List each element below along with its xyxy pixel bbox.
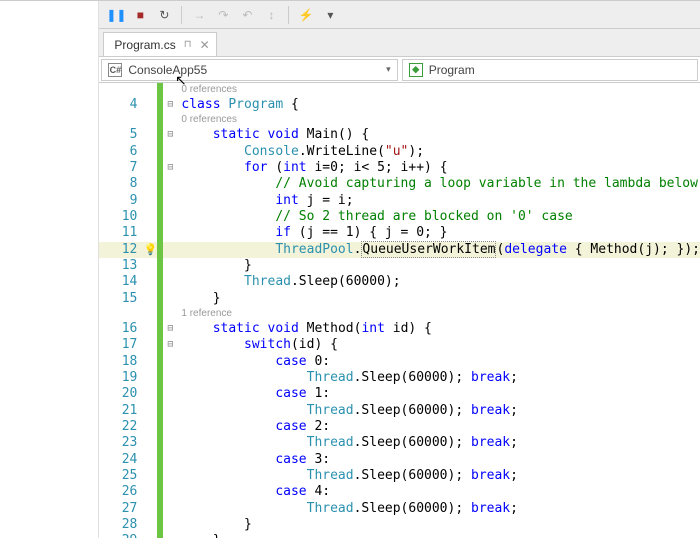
fold-toggle[interactable]: ⊟ xyxy=(163,127,177,143)
code-line[interactable]: 26 case 4: xyxy=(99,484,700,500)
code-line[interactable]: 15 } xyxy=(99,291,700,307)
code-editor[interactable]: 0 references4⊟class Program { 0 referenc… xyxy=(99,83,700,538)
pause-button[interactable]: ❚❚ xyxy=(105,4,127,26)
code-line[interactable]: 14 Thread.Sleep(60000); xyxy=(99,274,700,290)
codelens-reference[interactable]: 0 references xyxy=(99,83,700,97)
codelens-reference[interactable]: 1 reference xyxy=(99,307,700,321)
stop-button[interactable]: ■ xyxy=(129,4,151,26)
symbol-name: Program xyxy=(429,63,475,77)
code-line[interactable]: 19 Thread.Sleep(60000); break; xyxy=(99,370,700,386)
codelens-reference[interactable]: 0 references xyxy=(99,113,700,127)
fold-toggle[interactable]: ⊟ xyxy=(163,160,177,176)
toolbar-dropdown[interactable]: ▾ xyxy=(319,4,341,26)
navigation-bar: C# ConsoleApp55 ▾ ◆ Program ▾ xyxy=(99,57,700,83)
toolbar-separator xyxy=(181,6,182,24)
restart-button[interactable]: ↻ xyxy=(153,4,175,26)
show-next-button[interactable]: ↕ xyxy=(260,4,282,26)
code-line[interactable]: 7⊟ for (int i=0; i< 5; i++) { xyxy=(99,160,700,176)
code-line[interactable]: 6 Console.WriteLine("u"); xyxy=(99,144,700,160)
code-line[interactable]: 5⊟ static void Main() { xyxy=(99,127,700,143)
tab-bar: Program.cs ⊓ ✕ xyxy=(99,29,700,57)
left-panel xyxy=(0,1,99,538)
code-line[interactable]: 21 Thread.Sleep(60000); break; xyxy=(99,403,700,419)
code-line[interactable]: 4⊟class Program { xyxy=(99,97,700,113)
project-dropdown[interactable]: C# ConsoleApp55 ▾ xyxy=(101,59,397,81)
code-line[interactable]: 27 Thread.Sleep(60000); break; xyxy=(99,501,700,517)
code-line[interactable]: 12💡 ThreadPool.QueueUserWorkItem(delegat… xyxy=(99,242,700,258)
toolbar-separator xyxy=(288,6,289,24)
code-line[interactable]: 20 case 1: xyxy=(99,386,700,402)
code-container: 0 references4⊟class Program { 0 referenc… xyxy=(99,83,700,538)
code-line[interactable]: 23 Thread.Sleep(60000); break; xyxy=(99,435,700,451)
step-into-button[interactable]: → xyxy=(188,4,210,26)
csharp-icon: C# xyxy=(108,63,122,77)
code-line[interactable]: 11 if (j == 1) { j = 0; } xyxy=(99,225,700,241)
debug-toolbar: ❚❚ ■ ↻ → ↷ ↶ ↕ ⚡ ▾ xyxy=(99,1,700,29)
step-out-button[interactable]: ↶ xyxy=(236,4,258,26)
symbol-dropdown[interactable]: ◆ Program ▾ xyxy=(402,59,698,81)
code-line[interactable]: 22 case 2: xyxy=(99,419,700,435)
code-line[interactable]: 25 Thread.Sleep(60000); break; xyxy=(99,468,700,484)
code-line[interactable]: 10 // So 2 thread are blocked on '0' cas… xyxy=(99,209,700,225)
code-line[interactable]: 9 int j = i; xyxy=(99,193,700,209)
code-line[interactable]: 16⊟ static void Method(int id) { xyxy=(99,321,700,337)
class-icon: ◆ xyxy=(409,63,423,77)
code-line[interactable]: 13 } xyxy=(99,258,700,274)
close-icon[interactable]: ✕ xyxy=(200,38,210,52)
code-line[interactable]: 28 } xyxy=(99,517,700,533)
code-line[interactable]: 8 // Avoid capturing a loop variable in … xyxy=(99,176,700,192)
fold-toggle[interactable]: ⊟ xyxy=(163,337,177,353)
code-line[interactable]: 18 case 0: xyxy=(99,354,700,370)
intellitrace-button[interactable]: ⚡ xyxy=(295,4,317,26)
tab-filename: Program.cs xyxy=(114,38,175,52)
code-line[interactable]: 29 } xyxy=(99,533,700,538)
project-name: ConsoleApp55 xyxy=(128,63,207,77)
fold-toggle[interactable]: ⊟ xyxy=(163,321,177,337)
fold-toggle[interactable]: ⊟ xyxy=(163,97,177,113)
code-line[interactable]: 17⊟ switch(id) { xyxy=(99,337,700,353)
step-over-button[interactable]: ↷ xyxy=(212,4,234,26)
app-root: ❚❚ ■ ↻ → ↷ ↶ ↕ ⚡ ▾ Program.cs ⊓ ✕ C# Con… xyxy=(0,0,700,538)
chevron-down-icon: ▾ xyxy=(386,64,391,75)
tab-program-cs[interactable]: Program.cs ⊓ ✕ xyxy=(103,32,216,56)
pin-icon[interactable]: ⊓ xyxy=(184,39,192,50)
main-area: ❚❚ ■ ↻ → ↷ ↶ ↕ ⚡ ▾ Program.cs ⊓ ✕ C# Con… xyxy=(99,1,700,538)
code-line[interactable]: 24 case 3: xyxy=(99,452,700,468)
